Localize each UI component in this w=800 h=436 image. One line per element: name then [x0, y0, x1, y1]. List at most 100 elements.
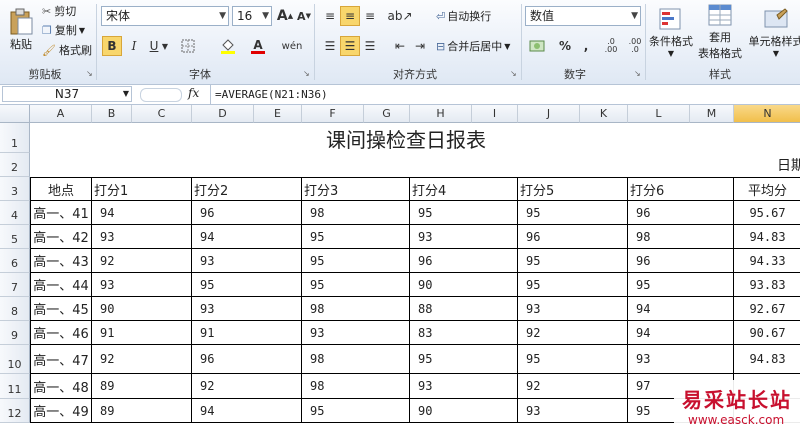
- formula-input[interactable]: =AVERAGE(N21:N36): [210, 85, 800, 104]
- value-cell[interactable]: 93.83: [734, 273, 800, 297]
- place-cell[interactable]: 高一、41: [30, 201, 92, 225]
- value-cell[interactable]: 93: [518, 297, 628, 321]
- value-cell[interactable]: 94.83: [734, 345, 800, 374]
- merge-center-button[interactable]: ⊟ 合并后居中 ▼: [436, 38, 510, 54]
- wrap-text-button[interactable]: ⏎ 自动换行: [436, 8, 491, 24]
- value-cell[interactable]: 96: [518, 225, 628, 249]
- value-cell[interactable]: 98: [302, 374, 410, 399]
- place-cell[interactable]: 高一、46: [30, 321, 92, 345]
- column-header-M[interactable]: M: [690, 105, 734, 123]
- header-avg[interactable]: 平均分: [734, 177, 800, 201]
- value-cell[interactable]: 94.33: [734, 249, 800, 273]
- value-cell[interactable]: 95: [628, 273, 734, 297]
- value-cell[interactable]: 95: [302, 225, 410, 249]
- value-cell[interactable]: 95: [518, 345, 628, 374]
- value-cell[interactable]: 98: [302, 345, 410, 374]
- value-cell[interactable]: 95: [302, 399, 410, 423]
- value-cell[interactable]: 92: [92, 249, 192, 273]
- value-cell[interactable]: 93: [410, 374, 518, 399]
- row-header-6[interactable]: 6: [0, 249, 30, 273]
- value-cell[interactable]: 91: [92, 321, 192, 345]
- align-right-button[interactable]: ☰: [360, 36, 380, 56]
- value-cell[interactable]: 95: [518, 273, 628, 297]
- value-cell[interactable]: 98: [302, 297, 410, 321]
- format-as-table-button[interactable]: 套用 表格格式: [694, 2, 746, 62]
- value-cell[interactable]: 95: [302, 249, 410, 273]
- place-cell[interactable]: 高一、43: [30, 249, 92, 273]
- place-cell[interactable]: 高一、49: [30, 399, 92, 423]
- value-cell[interactable]: 96: [192, 201, 302, 225]
- value-cell[interactable]: 90: [92, 297, 192, 321]
- dialog-launcher-icon[interactable]: ↘: [510, 69, 517, 78]
- dialog-launcher-icon[interactable]: ↘: [86, 69, 93, 78]
- align-top-button[interactable]: ≡: [320, 6, 340, 26]
- value-cell[interactable]: 94: [192, 399, 302, 423]
- comma-button[interactable]: ,: [576, 36, 596, 56]
- value-cell[interactable]: 93: [302, 321, 410, 345]
- header-s6[interactable]: 打分6: [628, 177, 734, 201]
- percent-button[interactable]: %: [555, 36, 575, 56]
- value-cell[interactable]: 94: [628, 297, 734, 321]
- place-cell[interactable]: 高一、47: [30, 345, 92, 374]
- value-cell[interactable]: 92: [192, 374, 302, 399]
- value-cell[interactable]: 93: [192, 297, 302, 321]
- format-painter-button[interactable]: 🖌 格式刷: [42, 42, 92, 58]
- value-cell[interactable]: 94: [628, 321, 734, 345]
- shrink-font-button[interactable]: A ▼: [294, 6, 314, 26]
- column-header-E[interactable]: E: [254, 105, 302, 123]
- place-cell[interactable]: 高一、48: [30, 374, 92, 399]
- report-date[interactable]: 日期:2017.2.1: [30, 153, 800, 177]
- value-cell[interactable]: 94.83: [734, 225, 800, 249]
- value-cell[interactable]: 95: [302, 273, 410, 297]
- number-format-select[interactable]: 数值 ▼: [525, 6, 641, 26]
- fill-color-button[interactable]: [218, 36, 238, 56]
- value-cell[interactable]: 90: [410, 273, 518, 297]
- value-cell[interactable]: 92: [518, 374, 628, 399]
- value-cell[interactable]: 96: [410, 249, 518, 273]
- column-header-N[interactable]: N: [734, 105, 800, 123]
- column-header-H[interactable]: H: [410, 105, 472, 123]
- cut-button[interactable]: ✂ 剪切: [42, 3, 76, 19]
- borders-button[interactable]: [178, 36, 198, 56]
- place-cell[interactable]: 高一、44: [30, 273, 92, 297]
- column-header-G[interactable]: G: [364, 105, 410, 123]
- column-header-L[interactable]: L: [628, 105, 690, 123]
- column-header-D[interactable]: D: [192, 105, 254, 123]
- copy-button[interactable]: ❐ 复制 ▼: [42, 22, 85, 38]
- value-cell[interactable]: 96: [628, 201, 734, 225]
- column-header-C[interactable]: C: [132, 105, 192, 123]
- align-left-button[interactable]: ☰: [320, 36, 340, 56]
- value-cell[interactable]: 92: [518, 321, 628, 345]
- value-cell[interactable]: 98: [628, 225, 734, 249]
- column-header-B[interactable]: B: [92, 105, 132, 123]
- place-cell[interactable]: 高一、42: [30, 225, 92, 249]
- align-middle-button[interactable]: ≡: [340, 6, 360, 26]
- dialog-launcher-icon[interactable]: ↘: [634, 69, 641, 78]
- insert-function-button[interactable]: fx: [188, 86, 199, 100]
- row-header-11[interactable]: 11: [0, 374, 30, 399]
- header-s5[interactable]: 打分5: [518, 177, 628, 201]
- phonetic-button[interactable]: wén: [282, 36, 303, 56]
- name-box[interactable]: N37 ▼: [2, 86, 132, 102]
- font-name-select[interactable]: 宋体 ▼: [101, 6, 229, 26]
- value-cell[interactable]: 89: [92, 374, 192, 399]
- cell-styles-button[interactable]: 单元格样式 ▼: [746, 2, 800, 62]
- column-header-K[interactable]: K: [580, 105, 628, 123]
- value-cell[interactable]: 96: [628, 249, 734, 273]
- font-color-button[interactable]: A: [248, 36, 268, 56]
- value-cell[interactable]: 92: [92, 345, 192, 374]
- row-header-7[interactable]: 7: [0, 273, 30, 297]
- row-header-9[interactable]: 9: [0, 321, 30, 345]
- value-cell[interactable]: 93: [628, 345, 734, 374]
- value-cell[interactable]: 93: [518, 399, 628, 423]
- italic-button[interactable]: I: [124, 36, 144, 56]
- value-cell[interactable]: 89: [92, 399, 192, 423]
- value-cell[interactable]: 93: [92, 273, 192, 297]
- decrease-decimal-button[interactable]: .00 .0: [624, 36, 646, 56]
- value-cell[interactable]: 96: [192, 345, 302, 374]
- value-cell[interactable]: 88: [410, 297, 518, 321]
- value-cell[interactable]: 90: [410, 399, 518, 423]
- value-cell[interactable]: 93: [92, 225, 192, 249]
- header-s1[interactable]: 打分1: [92, 177, 192, 201]
- increase-decimal-button[interactable]: .0 .00: [600, 36, 622, 56]
